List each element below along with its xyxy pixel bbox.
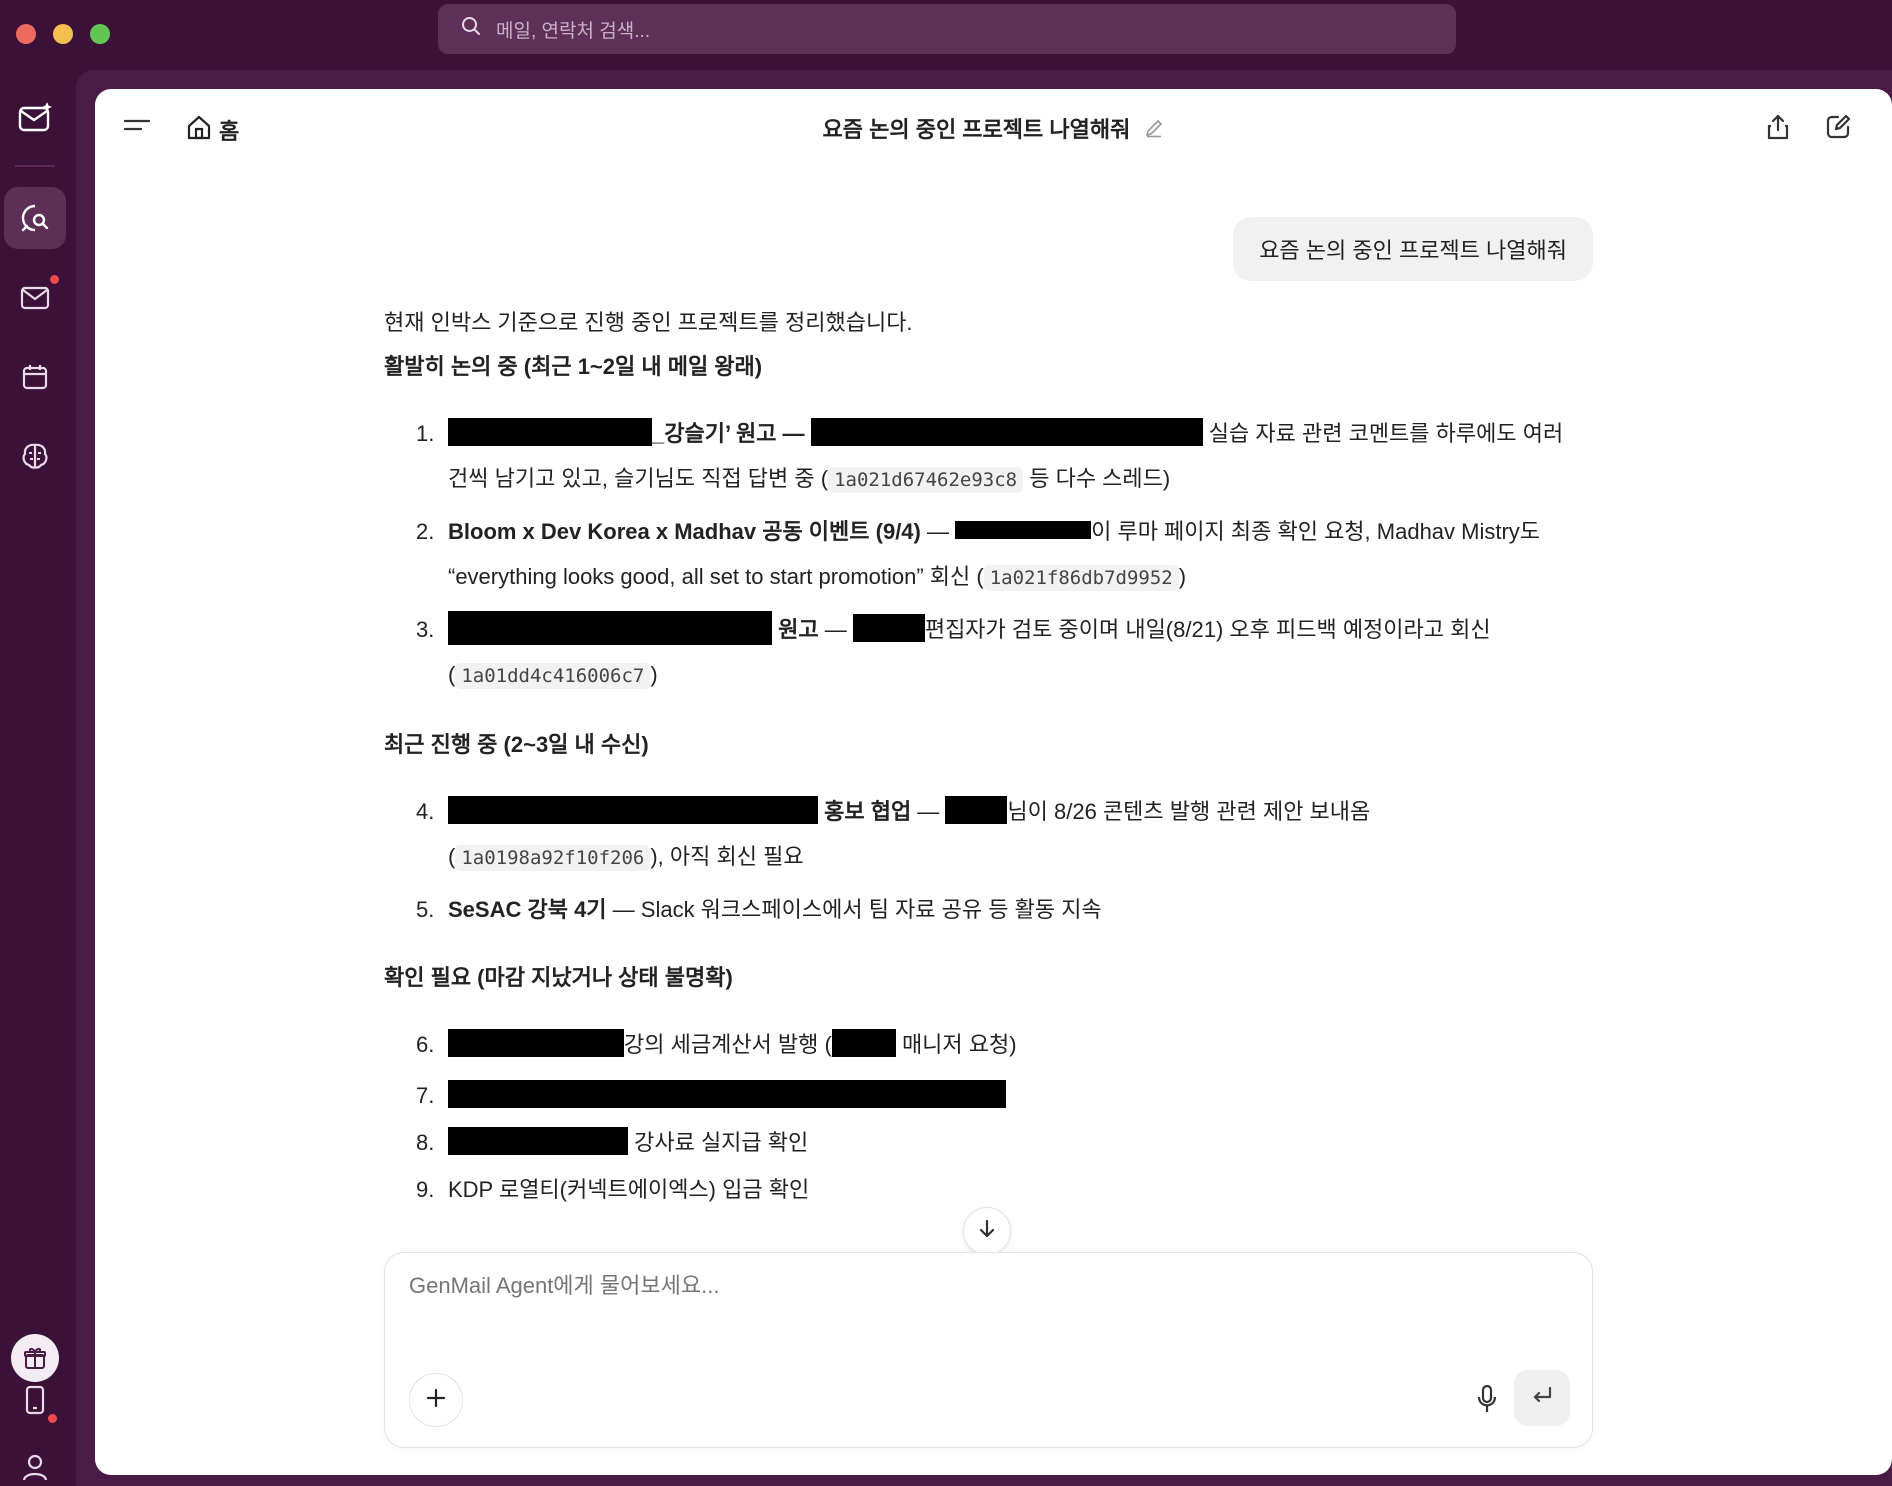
item-title: Bloom x Dev Korea x Madhav 공동 이벤트 (9/4) [448, 519, 921, 544]
chat-topbar: 홈 요즘 논의 중인 프로젝트 나열해줘 [95, 89, 1892, 167]
brain-icon[interactable] [4, 425, 66, 487]
rename-pencil-icon[interactable] [1144, 118, 1164, 144]
thread-id-code[interactable]: 1a0198a92f10f206 [455, 845, 651, 871]
recent-project-list: 4. 홍보 협업 — 님이 8/26 콘텐츠 발행 관련 제안 보내옴 (1a0… [384, 789, 1584, 932]
microphone-icon[interactable] [1474, 1383, 1500, 1420]
thread-id-code[interactable]: 1a021d67462e93c8 [828, 467, 1024, 493]
close-window-button[interactable] [16, 24, 36, 44]
zoom-window-button[interactable] [90, 24, 110, 44]
search-placeholder: 메일, 연락처 검색... [496, 20, 651, 42]
item-title: 원고 [772, 617, 819, 642]
list-number: 9. [416, 1177, 435, 1202]
user-notification-dot [48, 1414, 57, 1423]
minimize-window-button[interactable] [53, 24, 73, 44]
list-number: 7. [416, 1083, 435, 1108]
list-item: 9. KDP 로열티(커넥트에이엑스) 입금 확인 [384, 1167, 1584, 1212]
title-bar: 메일, 연락처 검색... [0, 0, 1892, 64]
item-description: — Slack 워크스페이스에서 팀 자료 공유 등 활동 지속 [606, 897, 1102, 922]
section-heading-needs-check: 확인 필요 (마감 지났거나 상태 불명확) [384, 965, 733, 990]
scroll-to-bottom-button[interactable] [963, 1207, 1011, 1255]
list-item: 5. SeSAC 강북 4기 — Slack 워크스페이스에서 팀 자료 공유 … [384, 887, 1584, 932]
item-separator: — [818, 617, 853, 642]
conversation-title-text: 요즘 논의 중인 프로젝트 나열해줘 [822, 117, 1131, 142]
redacted-block [448, 1029, 624, 1057]
item-description: KDP 로열티(커넥트에이엑스) 입금 확인 [448, 1177, 810, 1202]
item-title: SeSAC 강북 4기 [448, 897, 607, 922]
list-number: 4. [416, 799, 435, 824]
section-heading-active: 활발히 논의 중 (최근 1~2일 내 메일 왕래) [384, 354, 763, 379]
list-number: 2. [416, 519, 435, 544]
redacted-block [448, 418, 652, 446]
rail-divider [15, 165, 55, 167]
mail-star-icon[interactable] [4, 87, 66, 149]
list-item: 2. Bloom x Dev Korea x Madhav 공동 이벤트 (9/… [384, 509, 1584, 601]
new-chat-icon[interactable] [1824, 113, 1852, 146]
arrow-down-icon [976, 1218, 998, 1245]
list-number: 6. [416, 1032, 435, 1057]
left-rail [0, 64, 70, 1486]
redacted-block [448, 796, 818, 824]
plus-icon [424, 1386, 448, 1415]
section-heading-recent: 최근 진행 중 (2~3일 내 수신) [384, 732, 649, 757]
list-number: 1. [416, 421, 435, 446]
user-message-bubble: 요즘 논의 중인 프로젝트 나열해줘 [1233, 217, 1593, 281]
list-number: 8. [416, 1130, 435, 1155]
user-icon[interactable] [4, 1436, 66, 1486]
item-title: _강슬기’ 원고 — [652, 421, 805, 446]
item-description-end: 등 다수 스레드) [1023, 466, 1171, 491]
list-item: 8. 강사료 실지급 확인 [384, 1120, 1584, 1165]
check-needed-list: 6. 강의 세금계산서 발행 ( 매니저 요청) 7. 8. 강사료 실지급 확… [384, 1022, 1584, 1212]
composer-input[interactable] [409, 1273, 1309, 1299]
item-description-end: 매니저 요청) [895, 1032, 1017, 1057]
item-description: 강사료 실지급 확인 [628, 1130, 809, 1155]
item-title: 홍보 협업 [818, 799, 912, 824]
conversation-title: 요즘 논의 중인 프로젝트 나열해줘 [95, 112, 1892, 144]
redacted-block [852, 614, 925, 642]
thread-id-code[interactable]: 1a021f86db7d9952 [983, 565, 1179, 591]
list-number: 3. [416, 617, 435, 642]
item-description-end: ) [650, 662, 658, 687]
share-icon[interactable] [1764, 113, 1792, 146]
answer-intro: 현재 인박스 기준으로 진행 중인 프로젝트를 정리했습니다. [384, 310, 913, 335]
chat-content: 홈 요즘 논의 중인 프로젝트 나열해줘 요즘 논의 중인 프로젝트 나열해줘 … [95, 89, 1892, 1475]
global-search[interactable]: 메일, 연락처 검색... [438, 4, 1456, 54]
mail-unread-dot [50, 275, 59, 284]
redacted-block [448, 611, 772, 645]
phone-icon[interactable] [4, 1369, 66, 1431]
search-icon [460, 15, 496, 43]
list-item: 3. 원고 — 편집자가 검토 중이며 내일(8/21) 오후 피드백 예정이라… [384, 607, 1584, 699]
thread-id-code[interactable]: 1a01dd4c416006c7 [455, 663, 651, 689]
item-description: 강의 세금계산서 발행 ( [624, 1032, 832, 1057]
redacted-block [945, 796, 1008, 824]
redacted-block [955, 521, 1092, 539]
item-description-end: ) [1178, 564, 1187, 589]
list-item: 6. 강의 세금계산서 발행 ( 매니저 요청) [384, 1022, 1584, 1067]
calendar-icon[interactable] [4, 346, 66, 408]
add-attachment-button[interactable] [409, 1373, 463, 1427]
item-separator: — [911, 799, 946, 824]
send-button[interactable] [1514, 1370, 1570, 1426]
redacted-block [448, 1127, 628, 1155]
list-item: 4. 홍보 협업 — 님이 8/26 콘텐츠 발행 관련 제안 보내옴 (1a0… [384, 789, 1584, 881]
list-item: 7. [384, 1073, 1584, 1118]
chat-search-icon[interactable] [4, 187, 66, 249]
list-number: 5. [416, 897, 435, 922]
item-separator: — [920, 519, 956, 544]
redacted-block [810, 418, 1203, 446]
item-description-end: ), 아직 회신 필요 [650, 844, 804, 869]
redacted-block [831, 1029, 896, 1057]
redacted-block [448, 1080, 1006, 1108]
enter-arrow-icon [1529, 1383, 1555, 1414]
assistant-answer: 현재 인박스 기준으로 진행 중인 프로젝트를 정리했습니다. 활발히 논의 중… [384, 301, 1584, 1218]
active-project-list: 1. _강슬기’ 원고 — 실습 자료 관련 코멘트를 하루에도 여러 건씩 남… [384, 411, 1584, 699]
list-item: 1. _강슬기’ 원고 — 실습 자료 관련 코멘트를 하루에도 여러 건씩 남… [384, 411, 1584, 503]
chat-composer [384, 1252, 1593, 1448]
